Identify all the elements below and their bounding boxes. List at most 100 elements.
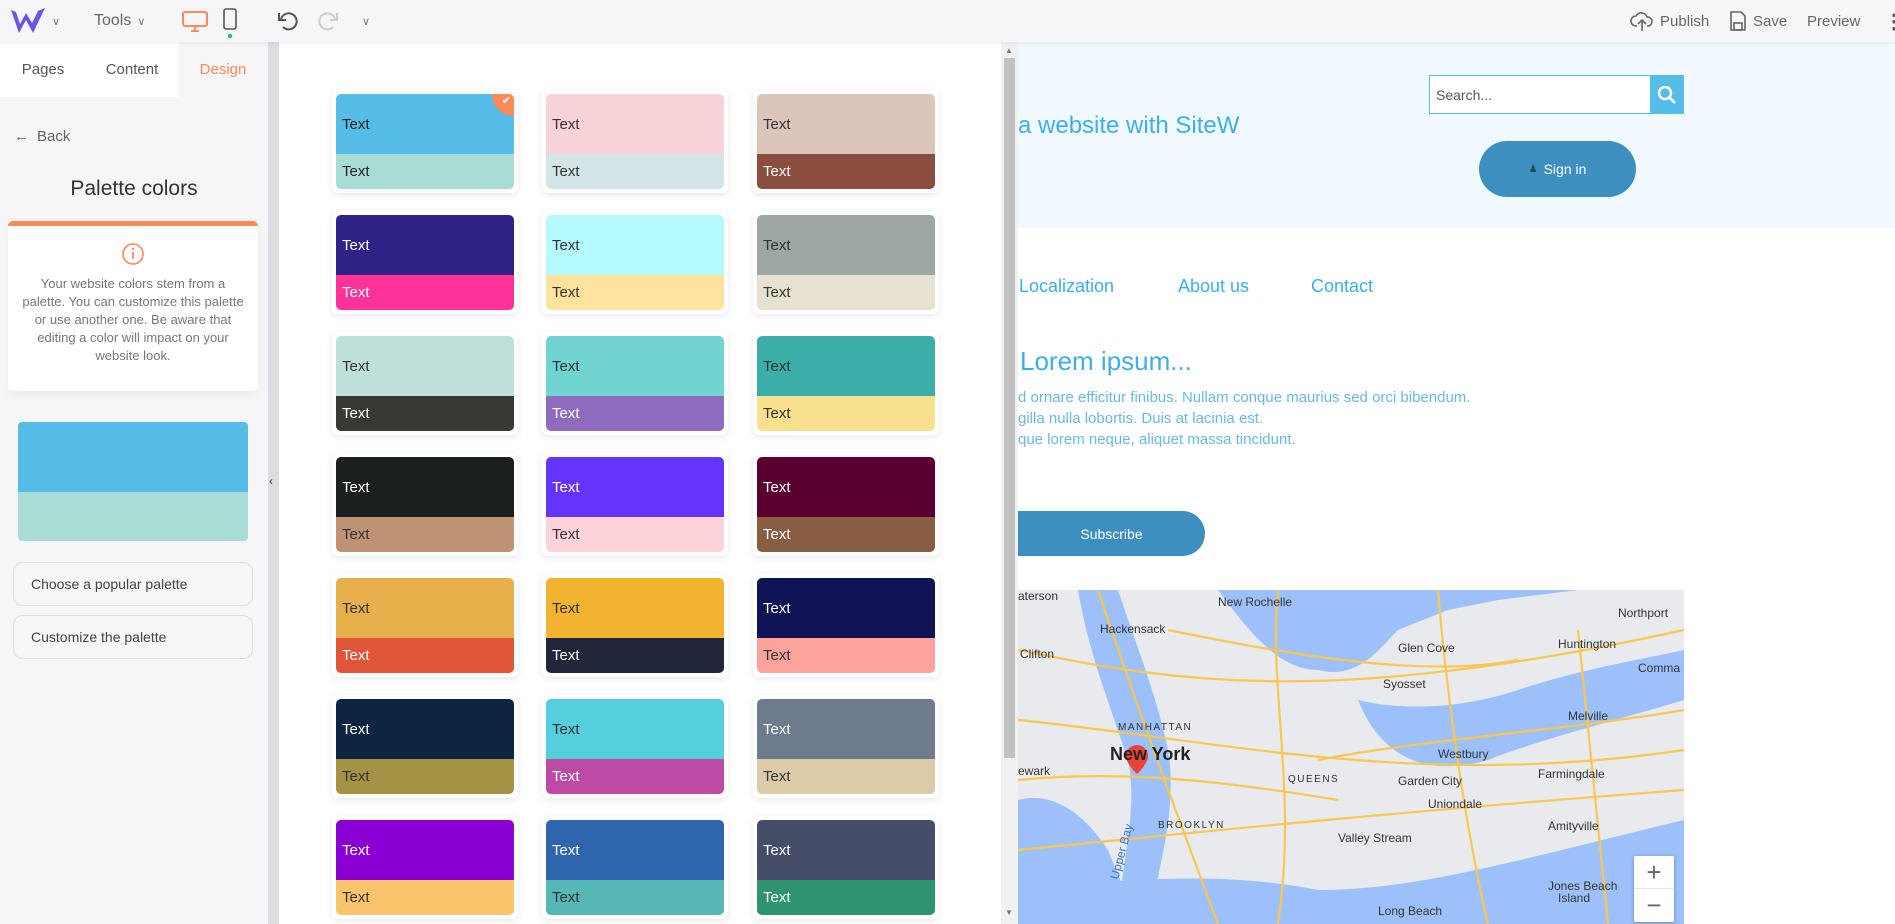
sample-text: Text: [763, 841, 791, 859]
palette-card[interactable]: Text Text: [542, 816, 728, 919]
sample-text: Text: [342, 889, 370, 906]
palette-card[interactable]: Text Text: [753, 695, 939, 798]
palette-card[interactable]: Text Text: [753, 332, 939, 435]
palette-card[interactable]: Text Text: [753, 211, 939, 314]
nav-localization[interactable]: Localization: [1019, 276, 1114, 297]
palette-card[interactable]: Text Text: [542, 90, 728, 193]
customize-palette-button[interactable]: Customize the palette: [13, 615, 253, 659]
top-toolbar: ∨ Tools ∨ ∨ Publish Save Preview ⋮: [0, 0, 1895, 42]
sample-text: Text: [342, 357, 370, 375]
palette-secondary-swatch: Text: [336, 759, 514, 794]
sample-text: Text: [763, 768, 791, 785]
palette-secondary-swatch: Text: [757, 154, 935, 189]
sample-text: Text: [763, 478, 791, 496]
map-place-label: aterson: [1018, 590, 1058, 603]
palette-secondary-swatch: Text: [546, 396, 724, 431]
palette-primary-swatch: Text: [336, 215, 514, 275]
info-icon: [122, 243, 144, 265]
search-button[interactable]: [1650, 75, 1684, 114]
palette-card[interactable]: Text Text: [753, 816, 939, 919]
palette-primary-swatch: Text: [757, 215, 935, 275]
sign-in-button[interactable]: ♟ Sign in: [1479, 141, 1636, 197]
palette-primary-swatch: Text: [336, 336, 514, 396]
palette-card[interactable]: Text Text: [332, 453, 518, 556]
subscribe-button[interactable]: Subscribe: [1018, 511, 1205, 556]
palette-card[interactable]: Text Text: [332, 332, 518, 435]
redo-button[interactable]: [316, 0, 340, 42]
history-dropdown[interactable]: ∨: [362, 0, 370, 42]
palette-primary-swatch: Text: [336, 820, 514, 880]
map-place-label: Northport: [1618, 606, 1669, 620]
desktop-icon: [182, 11, 208, 32]
zoom-in-button[interactable]: +: [1634, 856, 1674, 889]
back-button[interactable]: ← Back: [14, 128, 70, 145]
palette-primary-swatch: Text: [336, 699, 514, 759]
tab-pages[interactable]: Pages: [0, 42, 86, 97]
nav-about-us[interactable]: About us: [1178, 276, 1249, 297]
save-icon: [1730, 11, 1746, 31]
map-place-label: Comma: [1638, 661, 1680, 675]
desktop-view-button[interactable]: [181, 0, 209, 42]
palette-card[interactable]: Text Text: [332, 816, 518, 919]
sample-text: Text: [342, 768, 370, 785]
more-menu-button[interactable]: ⋮: [1884, 0, 1895, 42]
sample-text: Text: [552, 284, 580, 301]
palette-secondary-swatch: Text: [757, 396, 935, 431]
tab-design[interactable]: Design: [178, 42, 268, 97]
logo-menu[interactable]: ∨: [10, 0, 60, 42]
map-place-label: Hackensack: [1100, 622, 1166, 636]
palette-card[interactable]: Text Text: [542, 695, 728, 798]
button-label: Choose a popular palette: [31, 576, 188, 592]
info-card: Your website colors stem from a palette.…: [8, 221, 258, 391]
search-input[interactable]: Search...: [1429, 75, 1651, 114]
palette-secondary-swatch: Text: [546, 154, 724, 189]
palette-primary-swatch: Text: [546, 336, 724, 396]
preview-button[interactable]: Preview: [1807, 0, 1860, 42]
mobile-view-button[interactable]: [222, 0, 238, 42]
save-button[interactable]: Save: [1729, 0, 1787, 42]
scroll-up-icon: ▲: [1005, 46, 1013, 55]
palette-card[interactable]: Text Text: [542, 332, 728, 435]
tab-content[interactable]: Content: [86, 42, 178, 97]
chevron-down-icon: ∨: [52, 15, 61, 28]
nav-contact[interactable]: Contact: [1311, 276, 1373, 297]
palette-scrollbar[interactable]: ▲ ▼: [1001, 42, 1018, 924]
palette-primary-swatch: Text: [336, 94, 514, 154]
palette-card[interactable]: Text Text: [753, 453, 939, 556]
arrow-left-icon: ←: [14, 128, 29, 145]
map[interactable]: aterson Hackensack New Rochelle Northport Cl…: [1018, 590, 1684, 924]
panel-collapse-handle[interactable]: ‹: [268, 42, 279, 924]
palette-card[interactable]: Text Text ✔: [332, 90, 518, 193]
current-palette-preview[interactable]: [18, 422, 248, 541]
map-place-label: Huntington: [1558, 637, 1616, 651]
palette-primary-swatch: Text: [336, 457, 514, 517]
palette-card[interactable]: Text Text: [332, 211, 518, 314]
map-place-label: Syosset: [1383, 677, 1426, 691]
palette-card[interactable]: Text Text: [542, 211, 728, 314]
palette-card[interactable]: Text Text: [753, 574, 939, 677]
sample-text: Text: [763, 284, 791, 301]
choose-popular-palette-button[interactable]: Choose a popular palette: [13, 562, 253, 606]
scroll-down-icon: ▼: [1005, 908, 1013, 917]
undo-button[interactable]: [276, 0, 300, 42]
map-place-label: QUEENS: [1288, 774, 1339, 785]
sample-text: Text: [552, 720, 580, 738]
undo-icon: [278, 12, 298, 31]
cloud-upload-icon: [1630, 12, 1653, 31]
palette-card[interactable]: Text Text: [332, 574, 518, 677]
palette-card[interactable]: Text Text: [332, 695, 518, 798]
back-label: Back: [37, 128, 71, 145]
zoom-out-button[interactable]: −: [1634, 889, 1674, 922]
chevron-left-icon: ‹: [269, 474, 273, 488]
palette-secondary-swatch: Text: [546, 517, 724, 552]
sample-text: Text: [763, 163, 791, 180]
palette-card[interactable]: Text Text: [542, 574, 728, 677]
palette-card[interactable]: Text Text: [542, 453, 728, 556]
scrollbar-thumb[interactable]: [1004, 58, 1015, 758]
publish-button[interactable]: Publish: [1630, 0, 1709, 42]
current-secondary-swatch: [18, 492, 248, 541]
palette-primary-swatch: Text: [546, 699, 724, 759]
tools-menu[interactable]: Tools ∨: [94, 0, 145, 42]
palette-card[interactable]: Text Text: [753, 90, 939, 193]
info-text: Your website colors stem from a palette.…: [22, 276, 244, 363]
